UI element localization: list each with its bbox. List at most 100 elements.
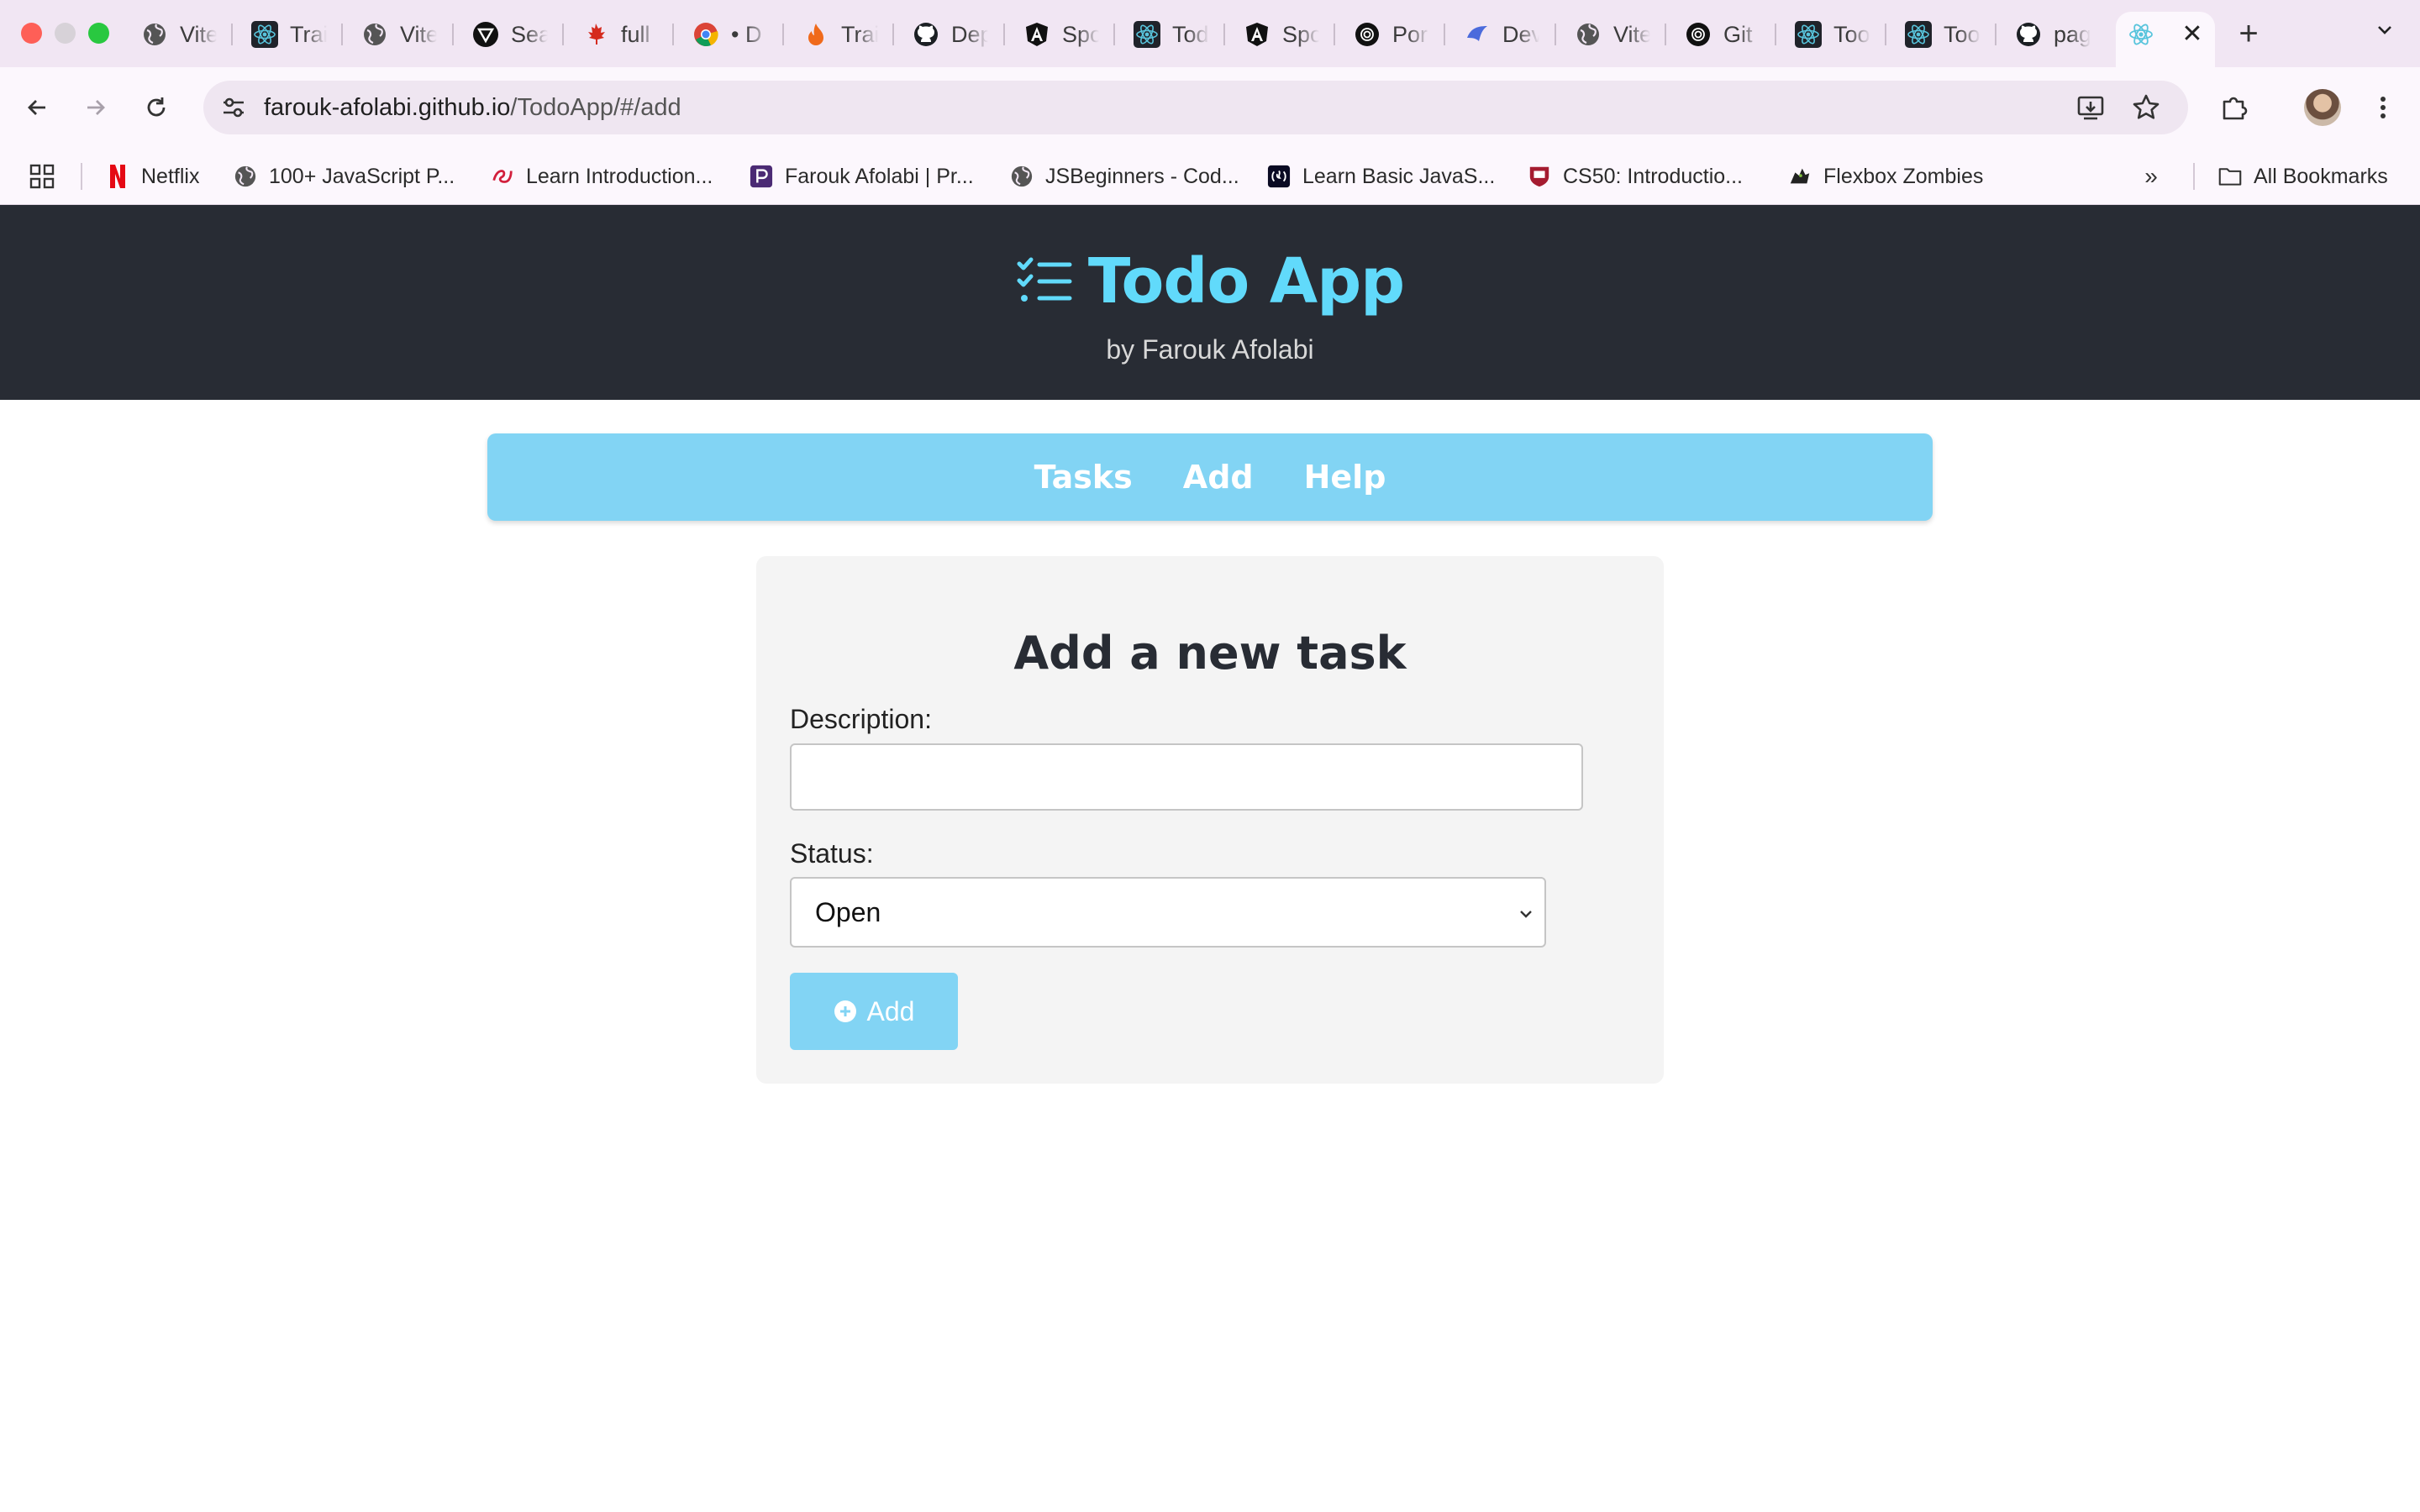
- devin-icon: [1464, 21, 1491, 48]
- tab-title: Too: [1833, 21, 1870, 47]
- browser-tab[interactable]: Dev: [1464, 13, 1539, 55]
- add-task-form: Add a new task Description: Status: Open…: [756, 556, 1664, 1084]
- browser-tab[interactable]: Spo: [1244, 13, 1319, 55]
- tab-separator: [1444, 24, 1445, 45]
- maple-leaf-icon: [582, 21, 609, 48]
- url-path: /TodoApp/#/add: [510, 94, 681, 121]
- browser-tab[interactable]: pag: [2015, 13, 2091, 55]
- browser-toolbar: farouk-afolabi.github.io/TodoApp/#/add: [0, 67, 2420, 148]
- tab-search-chevron-icon[interactable]: [2368, 17, 2402, 50]
- tab-separator: [341, 24, 343, 45]
- bookmark-item[interactable]: Learn Basic JavaS...: [1267, 161, 1495, 192]
- react-icon: [2128, 21, 2154, 52]
- bookmark-star-icon[interactable]: [2131, 92, 2161, 123]
- bookmark-item[interactable]: Flexbox Zombies: [1788, 161, 1983, 192]
- reload-icon[interactable]: [136, 87, 176, 128]
- browser-tab[interactable]: Dep: [913, 13, 988, 55]
- forward-arrow-icon[interactable]: [76, 87, 116, 128]
- app-title-text: Todo App: [1087, 245, 1405, 318]
- back-arrow-icon[interactable]: [17, 87, 57, 128]
- all-bookmarks-label: All Bookmarks: [2254, 164, 2388, 188]
- react-icon: [1795, 21, 1822, 48]
- chrome-icon: [692, 21, 719, 48]
- zombie-icon: [1788, 165, 1812, 188]
- browser-tab[interactable]: • D: [692, 13, 768, 55]
- nav-link-add[interactable]: Add: [1183, 459, 1254, 496]
- browser-tab[interactable]: Too: [1795, 13, 1870, 55]
- address-bar[interactable]: farouk-afolabi.github.io/TodoApp/#/add: [203, 81, 2188, 134]
- nav-link-help[interactable]: Help: [1304, 459, 1386, 496]
- tab-separator: [231, 24, 233, 45]
- tab-title: Sea: [511, 21, 548, 47]
- react-icon: [1905, 21, 1932, 48]
- browser-tab[interactable]: full: [582, 13, 658, 55]
- browser-tab[interactable]: Spo: [1023, 13, 1099, 55]
- browser-tab[interactable]: Vite: [1575, 13, 1650, 55]
- browser-tab[interactable]: Trai: [251, 13, 327, 55]
- tab-separator: [1995, 24, 1996, 45]
- browser-tab[interactable]: Trai: [802, 13, 878, 55]
- status-select[interactable]: Open: [790, 877, 1546, 948]
- apps-grid-icon[interactable]: [29, 163, 55, 190]
- window-minimize-button[interactable]: [55, 23, 76, 44]
- flame-icon: [802, 21, 829, 48]
- browser-menu-icon[interactable]: [2363, 87, 2403, 128]
- bookmark-item[interactable]: CS50: Introductio...: [1528, 161, 1743, 192]
- status-label: Status:: [790, 838, 874, 869]
- tab-title: pag: [2054, 21, 2091, 47]
- install-app-icon[interactable]: [2075, 92, 2106, 123]
- browser-tab[interactable]: Sea: [472, 13, 548, 55]
- browser-tab[interactable]: Por: [1354, 13, 1429, 55]
- browser-tab[interactable]: Vite: [361, 13, 437, 55]
- tab-separator: [1555, 24, 1556, 45]
- tab-close-icon[interactable]: ✕: [2178, 20, 2207, 49]
- profile-avatar[interactable]: [2304, 89, 2341, 126]
- nav-link-tasks[interactable]: Tasks: [1034, 459, 1133, 496]
- codecademy-icon: [491, 165, 514, 188]
- extensions-puzzle-icon[interactable]: [2213, 87, 2254, 128]
- description-input[interactable]: [790, 743, 1583, 811]
- browser-tab[interactable]: Too: [1905, 13, 1981, 55]
- github-icon: [2015, 21, 2042, 48]
- tab-active[interactable]: ✕: [2116, 12, 2215, 67]
- bookmark-label: 100+ JavaScript P...: [269, 164, 455, 188]
- tab-title: Spo: [1062, 21, 1099, 47]
- browser-tab[interactable]: Tod: [1134, 13, 1209, 55]
- bookmark-item[interactable]: Netflix: [106, 161, 199, 192]
- browser-tab[interactable]: Git: [1685, 13, 1760, 55]
- globe-icon: [361, 21, 388, 48]
- tab-separator: [1223, 24, 1225, 45]
- netflix-icon: [106, 165, 129, 188]
- tab-title: Trai: [841, 21, 878, 47]
- plus-circle-icon: [834, 1000, 856, 1022]
- globe-icon: [141, 21, 168, 48]
- form-heading: Add a new task: [1013, 627, 1407, 680]
- new-tab-button[interactable]: +: [2230, 15, 2267, 52]
- status-selected-value: Open: [815, 897, 881, 927]
- window-close-button[interactable]: [21, 23, 42, 44]
- window-maximize-button[interactable]: [88, 23, 109, 44]
- tab-separator: [1003, 24, 1005, 45]
- react-icon: [251, 21, 278, 48]
- vectorpea-icon: [472, 21, 499, 48]
- more-bookmarks-icon[interactable]: »: [2136, 161, 2166, 192]
- app-byline: by Farouk Afolabi: [1106, 334, 1314, 365]
- bookmark-item[interactable]: Farouk Afolabi | Pr...: [750, 161, 974, 192]
- bookmark-item[interactable]: 100+ JavaScript P...: [234, 161, 455, 192]
- tab-title: Vite: [180, 21, 217, 47]
- tab-title: Trai: [290, 21, 327, 47]
- globe-icon: [1010, 165, 1034, 188]
- bookmark-label: Learn Introduction...: [526, 164, 713, 188]
- tab-separator: [892, 24, 894, 45]
- bookmark-label: Farouk Afolabi | Pr...: [785, 164, 974, 188]
- angular-icon: [1023, 21, 1050, 48]
- bookmark-label: CS50: Introductio...: [1563, 164, 1744, 188]
- browser-tab[interactable]: Vite: [141, 13, 217, 55]
- all-bookmarks-button[interactable]: All Bookmarks: [2218, 161, 2388, 192]
- github-icon: [913, 21, 939, 48]
- freecodecamp-icon: [1267, 165, 1291, 188]
- add-task-button[interactable]: Add: [790, 973, 958, 1050]
- site-info-icon[interactable]: [218, 92, 249, 123]
- bookmark-item[interactable]: Learn Introduction...: [491, 161, 713, 192]
- bookmark-item[interactable]: JSBeginners - Cod...: [1010, 161, 1239, 192]
